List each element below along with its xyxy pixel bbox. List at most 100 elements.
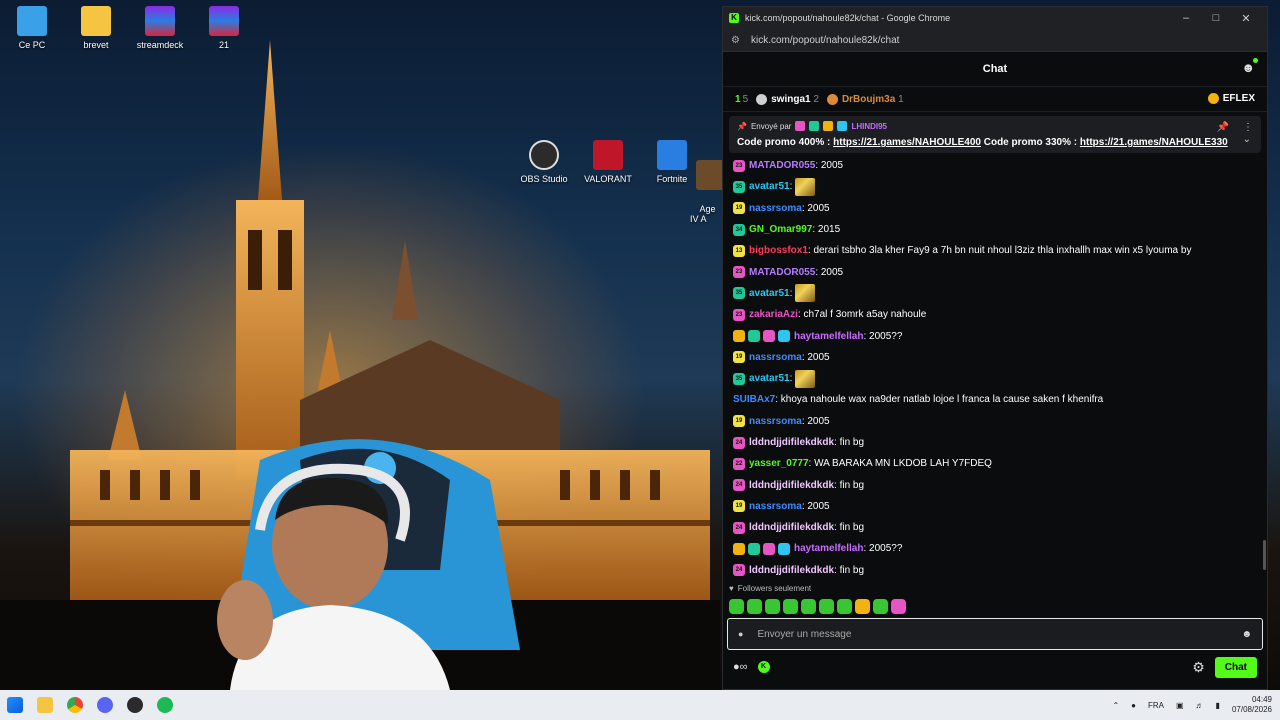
- maximize-icon[interactable]: □: [1201, 12, 1231, 25]
- gear-icon[interactable]: ⚙: [1192, 659, 1205, 676]
- leaderboard-user[interactable]: DrBoujm3a: [842, 94, 895, 105]
- chat-message: 35 avatar51:: [733, 176, 1257, 197]
- promo-link[interactable]: https://21.games/NAHOULE330: [1080, 137, 1228, 148]
- chat-username[interactable]: SUIBAx7: [733, 394, 775, 405]
- chat-username[interactable]: yasser_0777: [749, 458, 809, 469]
- microphone-icon[interactable]: ●: [1131, 701, 1136, 710]
- taskbar-obs[interactable]: [120, 690, 150, 720]
- chat-username[interactable]: MATADOR055: [749, 160, 815, 171]
- chat-messages[interactable]: 23 MATADOR055: 2005 35 avatar51:19 nassrsoma…: [723, 155, 1267, 580]
- subscriber-months-badge: 35: [733, 372, 745, 385]
- emote-icon[interactable]: [819, 598, 834, 614]
- user-badges: 24: [733, 521, 745, 534]
- chat-username[interactable]: nassrsoma: [749, 203, 802, 214]
- reply-icon[interactable]: ●: [738, 629, 743, 639]
- language-indicator[interactable]: FRA: [1148, 701, 1164, 710]
- leaderboard-gifts: 1: [898, 93, 904, 105]
- kick-logo-icon[interactable]: K: [757, 661, 770, 673]
- chat-message: 24 lddndjjdifilekdkdk: fin bg: [733, 517, 1257, 538]
- kick-points-icon[interactable]: ●∞: [733, 661, 748, 673]
- kick-favicon-icon: K: [729, 13, 739, 23]
- url-text[interactable]: kick.com/popout/nahoule82k/chat: [751, 35, 899, 46]
- unpin-icon[interactable]: 📌: [1217, 122, 1229, 133]
- emote-icon[interactable]: [729, 598, 744, 614]
- emote-icon[interactable]: [783, 598, 798, 614]
- window-titlebar[interactable]: K kick.com/popout/nahoule82k/chat - Goog…: [723, 7, 1267, 29]
- emote-icon[interactable]: [837, 598, 852, 614]
- site-settings-icon[interactable]: ⚙: [731, 35, 745, 46]
- emoji-picker-icon[interactable]: ☻: [1241, 629, 1252, 640]
- minimize-icon[interactable]: –: [1171, 12, 1201, 25]
- volume-icon[interactable]: ♬: [1196, 701, 1204, 710]
- chat-username[interactable]: haytamelfellah: [794, 331, 863, 342]
- desktop-icon-obs[interactable]: OBS Studio: [512, 140, 576, 184]
- verified-badge-icon: [778, 330, 790, 343]
- emote-icon[interactable]: [765, 598, 780, 614]
- message-input-box[interactable]: ● ☻: [727, 618, 1263, 650]
- chevron-up-icon[interactable]: ⌃: [1112, 701, 1119, 710]
- chat-username[interactable]: haytamelfellah: [794, 543, 863, 554]
- chat-username[interactable]: bigbossfox1: [749, 245, 808, 256]
- chat-username[interactable]: nassrsoma: [749, 416, 802, 427]
- chevron-down-icon[interactable]: ⌄: [1243, 134, 1251, 145]
- battery-icon[interactable]: ▮: [1216, 701, 1220, 710]
- desktop-icon-brevet[interactable]: brevet: [64, 6, 128, 50]
- promo-link[interactable]: https://21.games/NAHOULE400: [833, 137, 981, 148]
- user-badges: 22: [733, 457, 745, 470]
- obs-icon: [529, 140, 559, 170]
- message-input[interactable]: [755, 627, 1242, 641]
- chat-username[interactable]: GN_Omar997: [749, 224, 812, 235]
- scrollbar-thumb[interactable]: [1263, 540, 1266, 570]
- emote-icon[interactable]: [873, 598, 888, 614]
- online-dot-icon: [1253, 58, 1258, 63]
- desktop-icon-valorant[interactable]: VALORANT: [576, 140, 640, 184]
- verified-badge-icon: [837, 121, 848, 131]
- chat-username[interactable]: lddndjjdifilekdkdk: [749, 522, 834, 533]
- user-settings-icon[interactable]: ☻: [1241, 58, 1258, 75]
- chat-footer: ●∞ K ⚙ Chat: [723, 650, 1267, 684]
- desktop-icon-age[interactable]: Age IV A: [690, 140, 722, 234]
- folder-icon: [37, 697, 53, 713]
- taskbar-chrome[interactable]: [60, 690, 90, 720]
- chat-message: 13 bigbossfox1: derari tsbho 3la kher Fay…: [733, 240, 1257, 261]
- chat-username[interactable]: lddndjjdifilekdkdk: [749, 480, 834, 491]
- emote-icon[interactable]: [891, 598, 906, 614]
- emote-icon[interactable]: [855, 598, 870, 614]
- close-icon[interactable]: ✕: [1231, 12, 1261, 25]
- chat-message-text: : 2005: [801, 202, 830, 214]
- chat-username[interactable]: MATADOR055: [749, 267, 815, 278]
- emote-icon[interactable]: [747, 598, 762, 614]
- subscriber-months-badge: 19: [733, 202, 745, 215]
- taskbar-clock[interactable]: 04:49 07/08/2026: [1232, 695, 1272, 715]
- taskbar-discord[interactable]: [90, 690, 120, 720]
- subscriber-months-badge: 35: [733, 180, 745, 193]
- taskbar-spotify[interactable]: [150, 690, 180, 720]
- winrar-archive-icon: [209, 6, 239, 36]
- chat-username[interactable]: lddndjjdifilekdkdk: [749, 437, 834, 448]
- chat-username[interactable]: lddndjjdifilekdkdk: [749, 565, 834, 576]
- chat-username[interactable]: nassrsoma: [749, 501, 802, 512]
- send-chat-button[interactable]: Chat: [1214, 656, 1257, 678]
- chat-message: haytamelfellah: 2005??: [733, 325, 1257, 346]
- chat-username[interactable]: nassrsoma: [749, 352, 802, 363]
- chat-username[interactable]: avatar51: [749, 373, 790, 384]
- chat-username[interactable]: zakariaAzi: [749, 309, 798, 320]
- desktop-icon-ce-pc[interactable]: Ce PC: [0, 6, 64, 50]
- leaderboard-user[interactable]: swinga1: [771, 94, 810, 105]
- leaderboard-right[interactable]: EFLEX: [1207, 93, 1255, 105]
- taskbar-file-explorer[interactable]: [30, 690, 60, 720]
- webcam-overlay: [217, 439, 520, 690]
- pinned-user[interactable]: LHINDI95: [851, 122, 887, 131]
- more-options-icon[interactable]: ⋮: [1243, 122, 1253, 133]
- network-icon[interactable]: ▣: [1176, 701, 1184, 710]
- address-bar[interactable]: ⚙ kick.com/popout/nahoule82k/chat: [723, 29, 1267, 52]
- emote-icon[interactable]: [801, 598, 816, 614]
- desktop-icon-21[interactable]: 21: [192, 6, 256, 50]
- subscriber-months-badge: 13: [733, 244, 745, 257]
- desktop-icon-streamdeck[interactable]: streamdeck: [128, 6, 192, 50]
- chat-username[interactable]: avatar51: [749, 181, 790, 192]
- chat-username[interactable]: avatar51: [749, 288, 790, 299]
- sub-badge-icon: [763, 542, 775, 555]
- start-button[interactable]: [0, 690, 30, 720]
- pinned-text-part: Code promo 400% :: [737, 137, 834, 148]
